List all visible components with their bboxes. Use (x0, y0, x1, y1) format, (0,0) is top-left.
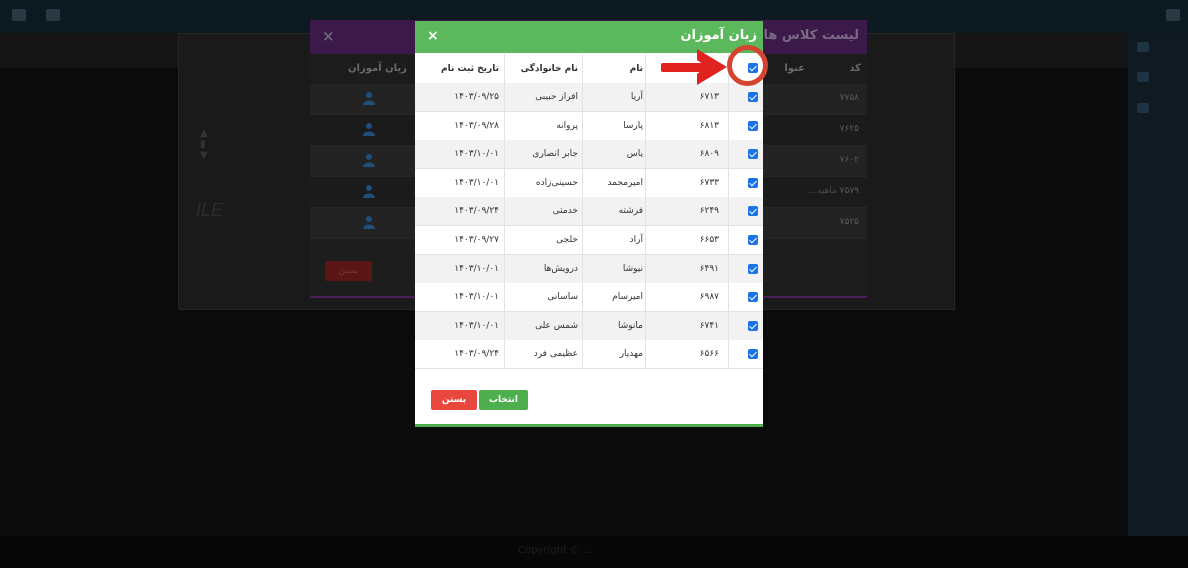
student-last-name: پروانه (556, 120, 578, 131)
student-last-name: ساسانی (547, 292, 578, 303)
student-last-name: حسینی‌زاده (535, 177, 578, 188)
student-first-name: پارسا (623, 120, 643, 131)
class-code: ۷۶۲۵ (839, 124, 859, 134)
student-first-name: فرشته (618, 206, 643, 217)
students-icon[interactable] (362, 153, 376, 167)
student-row: ۶۶۵۳ آراد خلجی ۱۴۰۳/۰۹/۲۷ (415, 226, 763, 255)
student-registration-date: ۱۴۰۳/۰۹/۲۵ (454, 92, 499, 102)
menu-icon[interactable] (1166, 9, 1180, 21)
class-modal-title: لیست کلاس ها (763, 28, 860, 43)
footer-text: Copyright © ... (518, 545, 593, 556)
student-row: ۶۸۰۹ یاس جابر انصاری ۱۴۰۳/۱۰/۰۱ (415, 140, 763, 170)
right-sidebar (1128, 33, 1188, 568)
student-row: ۶۲۴۹ فرشته خدمتی ۱۴۰۳/۰۹/۲۴ (415, 197, 763, 227)
class-code: ۷۵۷۹ (839, 186, 859, 196)
close-button[interactable]: بستن (431, 390, 477, 410)
class-code: ۷۶۰۲ (839, 155, 859, 165)
header-registration-date: تاریخ ثبت نام (440, 64, 499, 74)
students-modal-title: زبان آموزان (680, 28, 757, 43)
student-row: ۶۸۱۳ پارسا پروانه ۱۴۰۳/۰۹/۲۸ (415, 111, 763, 141)
student-code: ۶۸۰۹ (699, 149, 719, 160)
student-last-name: درویش‌ها (543, 263, 578, 274)
students-icon[interactable] (362, 91, 376, 105)
header-first-name: نام (629, 64, 643, 74)
student-row: ۶۷۳۳ امیرمحمد حسینی‌زاده ۱۴۰۳/۱۰/۰۱ (415, 168, 763, 198)
students-icon[interactable] (362, 122, 376, 136)
sidebar-icon-3[interactable] (1137, 103, 1149, 113)
student-registration-date: ۱۴۰۳/۱۰/۰۱ (454, 177, 499, 188)
student-checkbox[interactable] (748, 292, 758, 303)
student-first-name: یاس (626, 149, 643, 160)
student-checkbox[interactable] (748, 349, 758, 360)
student-code: ۶۴۹۱ (699, 263, 719, 274)
student-code: ۶۵۶۶ (699, 349, 719, 360)
class-code: ۷۷۵۸ (839, 93, 859, 103)
student-checkbox[interactable] (748, 92, 758, 102)
student-registration-date: ۱۴۰۳/۰۹/۲۴ (454, 206, 499, 217)
header-code: کد (849, 63, 861, 74)
student-first-name: امیرسام (612, 292, 643, 303)
mail-icon[interactable] (46, 9, 60, 21)
student-checkbox[interactable] (748, 206, 758, 217)
footer: Copyright © ... (0, 536, 1188, 568)
header-title: عنوا (784, 63, 805, 74)
student-last-name: خدمتی (552, 206, 578, 217)
student-checkbox[interactable] (748, 263, 758, 274)
student-first-name: آریا (630, 92, 643, 102)
select-button[interactable]: انتخاب (479, 390, 528, 410)
student-row: ۶۷۴۱ مانوشا شمس علی ۱۴۰۳/۱۰/۰۱ (415, 311, 763, 341)
student-checkbox[interactable] (748, 149, 758, 160)
student-code: ۶۶۵۳ (699, 235, 719, 245)
student-last-name: جابر انصاری (532, 149, 578, 160)
student-first-name: نیوشا (622, 263, 643, 274)
sidebar-icon-1[interactable] (1137, 42, 1149, 52)
close-icon[interactable]: × (427, 28, 439, 44)
student-checkbox[interactable] (748, 320, 758, 331)
pointer-arrow-icon (661, 49, 727, 85)
student-last-name: افراز حبیبی (535, 92, 578, 102)
student-code: ۶۷۱۳ (699, 92, 719, 102)
student-registration-date: ۱۴۰۳/۱۰/۰۱ (454, 149, 499, 160)
student-first-name: امیرمحمد (607, 177, 643, 188)
class-code: ۷۵۲۵ (839, 217, 859, 227)
student-row: ۶۹۸۷ امیرسام ساسانی ۱۴۰۳/۱۰/۰۱ (415, 283, 763, 313)
student-checkbox[interactable] (748, 177, 758, 188)
student-code: ۶۲۴۹ (699, 206, 719, 217)
student-registration-date: ۱۴۰۳/۰۹/۲۷ (454, 235, 499, 245)
student-checkbox[interactable] (748, 235, 758, 245)
student-first-name: مهدیار (619, 349, 643, 360)
student-code: ۶۷۴۱ (699, 320, 719, 331)
student-row: ۶۴۹۱ نیوشا درویش‌ها ۱۴۰۳/۱۰/۰۱ (415, 254, 763, 284)
ile-logo: ILE (196, 200, 224, 220)
student-first-name: مانوشا (617, 320, 643, 331)
student-code: ۶۹۸۷ (699, 292, 719, 303)
students-icon[interactable] (362, 184, 376, 198)
student-registration-date: ۱۴۰۳/۰۹/۲۴ (454, 349, 499, 360)
student-registration-date: ۱۴۰۳/۰۹/۲۸ (454, 120, 499, 131)
header-last-name: نام خانوادگی (520, 64, 578, 74)
class-modal-close-button[interactable]: بستن (325, 261, 372, 281)
student-row: ۶۵۶۶ مهدیار عظیمی فرد ۱۴۰۳/۰۹/۲۴ (415, 340, 763, 370)
student-last-name: عظیمی فرد (533, 349, 578, 360)
class-name: ماهیه... (808, 186, 837, 196)
student-registration-date: ۱۴۰۳/۱۰/۰۱ (454, 320, 499, 331)
highlight-circle (727, 45, 768, 86)
class-modal-close-icon[interactable]: × (322, 27, 335, 45)
student-registration-date: ۱۴۰۳/۱۰/۰۱ (454, 292, 499, 303)
user-icon[interactable] (12, 9, 26, 21)
student-first-name: آراد (629, 235, 643, 245)
student-code: ۶۷۳۳ (699, 177, 719, 188)
student-code: ۶۸۱۳ (699, 120, 719, 131)
student-checkbox[interactable] (748, 120, 758, 131)
stepper-control[interactable]: ▲ ▮ ▼ (200, 128, 208, 168)
student-last-name: شمس علی (535, 320, 578, 331)
student-registration-date: ۱۴۰۳/۱۰/۰۱ (454, 263, 499, 274)
students-icon[interactable] (362, 215, 376, 229)
sidebar-icon-2[interactable] (1137, 72, 1149, 82)
student-last-name: خلجی (556, 235, 578, 245)
header-students: زبان آموزان (348, 63, 407, 74)
